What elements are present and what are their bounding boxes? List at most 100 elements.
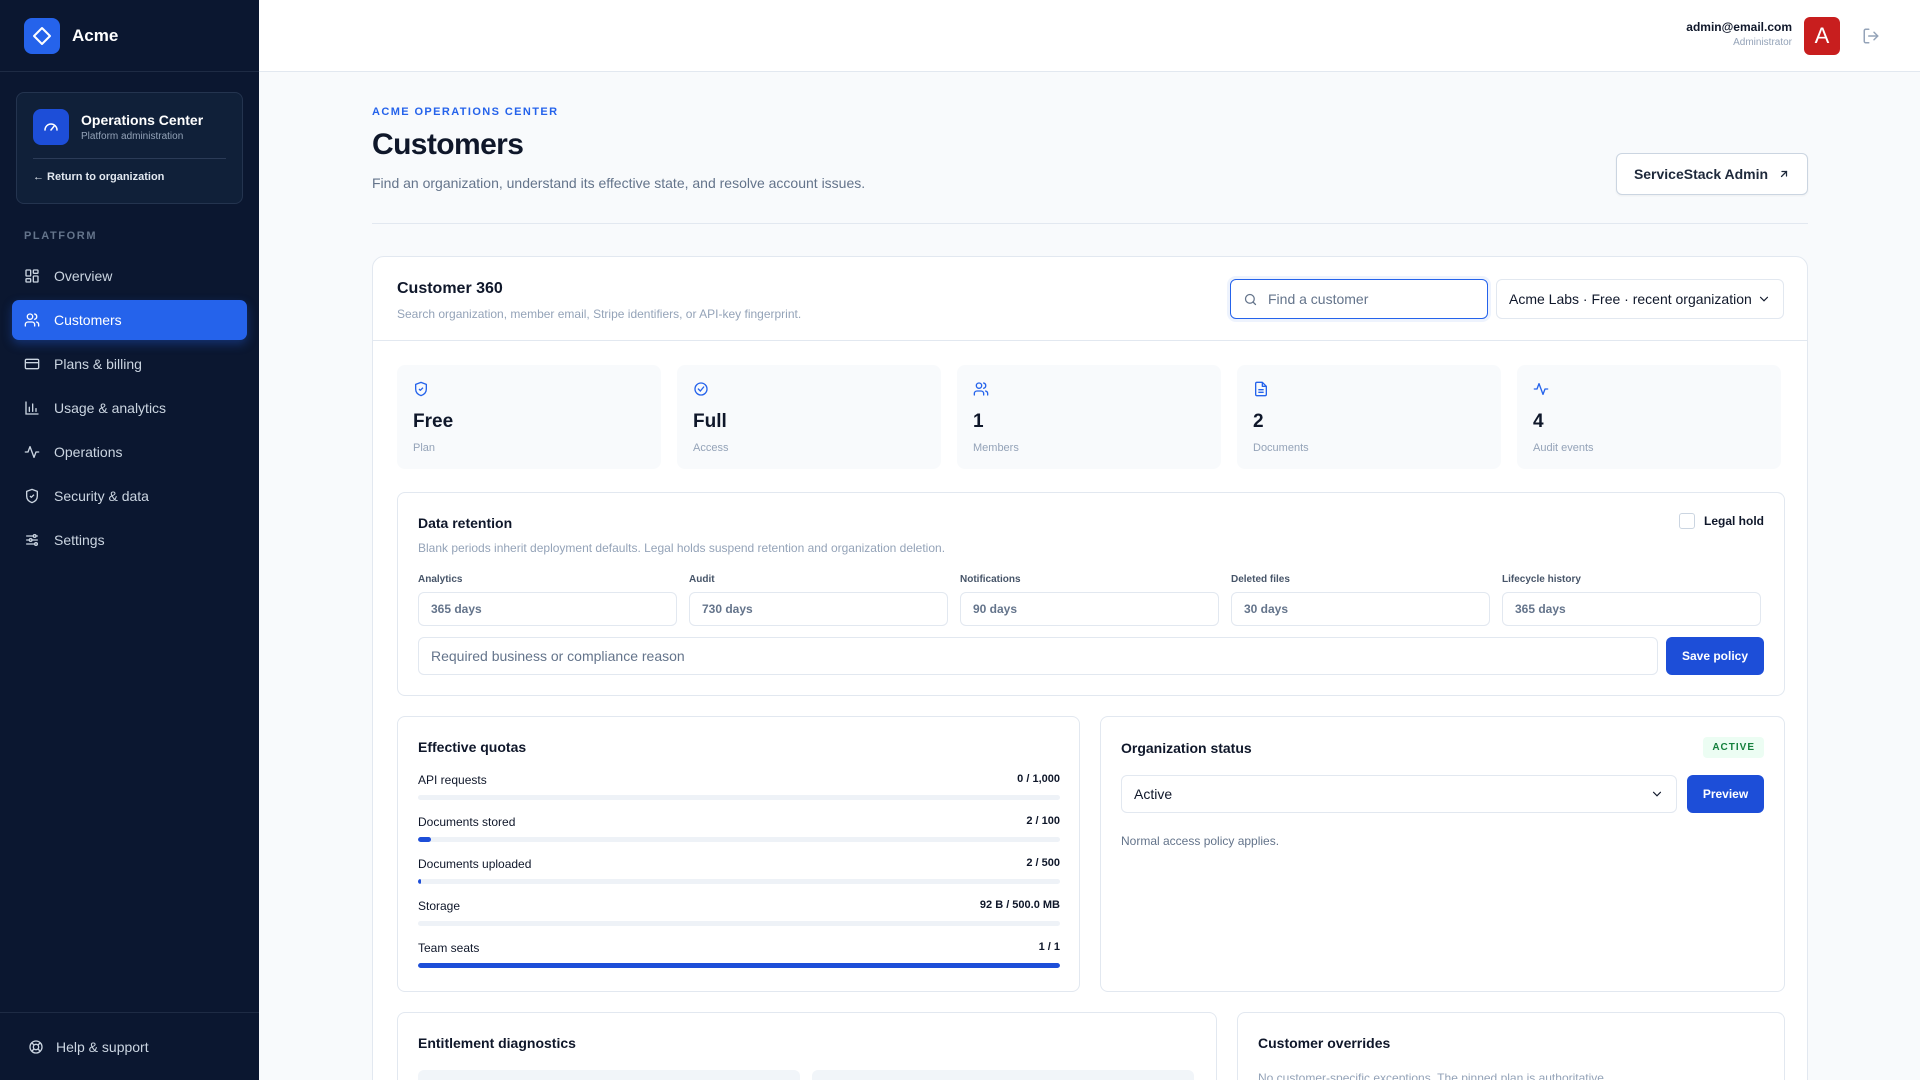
- stat-label: Plan: [413, 442, 436, 454]
- stat-value: 1: [973, 411, 984, 432]
- customer-360-card: Customer 360 Search organization, member…: [372, 256, 1808, 1080]
- quota-row: Documents stored 2 / 100: [418, 815, 1060, 857]
- quota-progress-fill: [418, 963, 1060, 968]
- deleted-files-days-input[interactable]: 30 days: [1231, 592, 1490, 626]
- users-icon: [973, 381, 1205, 397]
- logout-icon[interactable]: [1862, 27, 1880, 45]
- eyebrow: ACME OPERATIONS CENTER: [372, 106, 559, 118]
- sidebar-item-label: Overview: [54, 268, 113, 284]
- customer-360-header: Customer 360 Search organization, member…: [373, 257, 1807, 341]
- sidebar-item-settings[interactable]: Settings: [12, 520, 247, 560]
- overrides-note: No customer-specific exceptions. The pin…: [1258, 1071, 1608, 1080]
- quota-value: 2 / 500: [1026, 857, 1060, 869]
- sidebar-item-customers[interactable]: Customers: [12, 300, 247, 340]
- notifications-days-input[interactable]: 90 days: [960, 592, 1219, 626]
- quota-name: Team seats: [418, 941, 480, 955]
- retention-fields: Analytics 365 days Audit 730 days Notifi…: [418, 574, 1761, 626]
- quota-row: Documents uploaded 2 / 500: [418, 857, 1060, 899]
- stat-access: Full Access: [677, 365, 941, 469]
- help-support-link[interactable]: Help & support: [0, 1012, 259, 1080]
- bar-chart-icon: [24, 400, 40, 416]
- quota-progress-track: [418, 879, 1060, 884]
- field-label: Notifications: [960, 574, 1021, 585]
- legal-hold-checkbox[interactable]: [1679, 513, 1695, 529]
- field-label: Audit: [689, 574, 715, 585]
- user-info: admin@email.com Administrator: [1686, 20, 1792, 48]
- lifecycle-history-days-input[interactable]: 365 days: [1502, 592, 1761, 626]
- compliance-reason-input[interactable]: Required business or compliance reason: [418, 637, 1658, 675]
- preview-button[interactable]: Preview: [1687, 775, 1764, 813]
- quota-progress-fill: [418, 879, 421, 884]
- stat-label: Members: [973, 442, 1019, 454]
- quota-progress-track: [418, 921, 1060, 926]
- lifebuoy-icon: [28, 1039, 44, 1055]
- organization-select[interactable]: Acme Labs · Free · recent organization: [1496, 279, 1784, 319]
- field-label: Lifecycle history: [1502, 574, 1581, 585]
- status-note: Normal access policy applies.: [1121, 834, 1280, 848]
- divider: [33, 158, 226, 159]
- retention-field-lifecycle-history: Lifecycle history 365 days: [1502, 574, 1761, 626]
- retention-subtitle: Blank periods inherit deployment default…: [418, 541, 946, 555]
- sidebar-item-label: Security & data: [54, 488, 149, 504]
- brand[interactable]: Acme: [0, 0, 259, 72]
- status-badge: ACTIVE: [1703, 737, 1764, 758]
- sidebar-item-operations[interactable]: Operations: [12, 432, 247, 472]
- ops-subtitle: Platform administration: [81, 131, 184, 142]
- ops-title: Operations Center: [81, 112, 204, 128]
- diagnostics-item: [418, 1070, 800, 1080]
- sidebar-item-label: Customers: [54, 312, 122, 328]
- avatar[interactable]: A: [1804, 17, 1840, 55]
- legal-hold-label: Legal hold: [1704, 514, 1764, 528]
- retention-field-audit: Audit 730 days: [689, 574, 948, 626]
- diagnostics-item: [812, 1070, 1194, 1080]
- sidebar-item-overview[interactable]: Overview: [12, 256, 247, 296]
- retention-field-notifications: Notifications 90 days: [960, 574, 1219, 626]
- stat-value: Full: [693, 411, 727, 432]
- shield-check-icon: [413, 381, 645, 397]
- help-support-label: Help & support: [56, 1038, 149, 1055]
- sidebar-item-security-data[interactable]: Security & data: [12, 476, 247, 516]
- field-label: Analytics: [418, 574, 463, 585]
- quota-name: Documents stored: [418, 815, 516, 829]
- organization-status-panel: Organization status ACTIVE Active Previe…: [1100, 716, 1785, 992]
- retention-field-deleted-files: Deleted files 30 days: [1231, 574, 1490, 626]
- sidebar: Acme Operations Center Platform administ…: [0, 0, 259, 1080]
- sidebar-item-usage-analytics[interactable]: Usage & analytics: [12, 388, 247, 428]
- divider: [372, 223, 1808, 224]
- retention-title: Data retention: [418, 515, 513, 531]
- audit-days-input[interactable]: 730 days: [689, 592, 948, 626]
- users-icon: [24, 312, 40, 328]
- status-title: Organization status: [1121, 740, 1252, 756]
- customer-search[interactable]: [1230, 279, 1488, 319]
- return-to-organization-link[interactable]: ← Return to organization: [33, 171, 226, 183]
- stat-value: Free: [413, 411, 454, 432]
- sidebar-item-plans-billing[interactable]: Plans & billing: [12, 344, 247, 384]
- quota-value: 1 / 1: [1038, 941, 1060, 953]
- stat-documents: 2 Documents: [1237, 365, 1501, 469]
- servicestack-admin-button[interactable]: ServiceStack Admin: [1616, 153, 1808, 195]
- status-select[interactable]: Active: [1121, 775, 1677, 813]
- status-select-value: Active: [1134, 786, 1173, 802]
- quota-value: 92 B / 500.0 MB: [979, 899, 1060, 911]
- customer-search-input[interactable]: [1268, 291, 1468, 307]
- arrow-up-right-icon: [1768, 168, 1790, 180]
- quota-row: Storage 92 B / 500.0 MB: [418, 899, 1060, 941]
- quota-progress-track: [418, 837, 1060, 842]
- effective-quotas-panel: Effective quotas API requests 0 / 1,000 …: [397, 716, 1080, 992]
- retention-field-analytics: Analytics 365 days: [418, 574, 677, 626]
- file-text-icon: [1253, 381, 1485, 397]
- quota-value: 2 / 100: [1026, 815, 1060, 827]
- activity-icon: [24, 444, 40, 460]
- organization-select-value: Acme Labs · Free · recent organization: [1509, 291, 1752, 307]
- user-email: admin@email.com: [1686, 20, 1792, 34]
- sidebar-item-label: Operations: [54, 444, 123, 460]
- activity-icon: [1533, 381, 1765, 397]
- sidebar-nav: Overview Customers Plans & billing Usage…: [12, 256, 247, 564]
- operations-center-card: Operations Center Platform administratio…: [16, 92, 243, 204]
- stat-value: 2: [1253, 411, 1264, 432]
- stat-label: Access: [693, 442, 729, 454]
- save-policy-button[interactable]: Save policy: [1666, 637, 1764, 675]
- legal-hold-toggle[interactable]: Legal hold: [1679, 513, 1764, 529]
- analytics-days-input[interactable]: 365 days: [418, 592, 677, 626]
- grid-icon: [24, 268, 40, 284]
